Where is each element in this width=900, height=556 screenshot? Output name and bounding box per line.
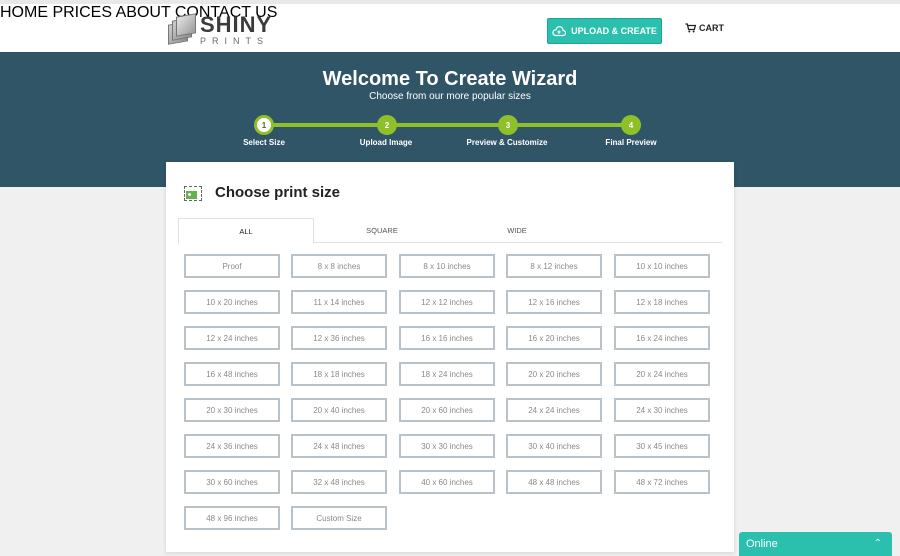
tab-all[interactable]: ALL [178,218,314,244]
logo-text-line1: SHINY [200,12,273,37]
size-option-button[interactable]: 10 x 20 inches [184,290,280,314]
size-option-button[interactable]: 30 x 30 inches [399,434,495,458]
size-option-button[interactable]: 20 x 24 inches [614,362,710,386]
step-4-label: Final Preview [605,138,657,147]
size-option-button[interactable]: 30 x 60 inches [184,470,280,494]
step-1-indicator[interactable]: 1 [254,115,274,135]
upload-create-button[interactable]: UPLOAD & CREATE [547,18,662,44]
size-option-button[interactable]: 30 x 40 inches [506,434,602,458]
size-option-button[interactable]: 48 x 48 inches [506,470,602,494]
size-option-button[interactable]: 48 x 96 inches [184,506,280,530]
size-option-button[interactable]: 30 x 45 inches [614,434,710,458]
chevron-up-icon[interactable]: ⌃ [874,538,882,549]
size-option-button[interactable]: 18 x 18 inches [291,362,387,386]
size-option-button[interactable]: 16 x 24 inches [614,326,710,350]
size-option-button[interactable]: 12 x 16 inches [506,290,602,314]
size-option-button[interactable]: 20 x 30 inches [184,398,280,422]
cloud-upload-icon [552,25,567,36]
wizard-progress-line [264,123,631,127]
size-option-button[interactable]: 18 x 24 inches [399,362,495,386]
size-option-button[interactable]: 8 x 10 inches [399,254,495,278]
size-option-button[interactable]: 11 x 14 inches [291,290,387,314]
size-filter-tabs: ALL SQUARE WIDE [178,218,722,244]
upload-create-label: UPLOAD & CREATE [571,26,657,36]
step-4-indicator[interactable]: 4 [621,115,641,135]
step-1-label: Select Size [243,138,285,147]
size-option-button[interactable]: 8 x 8 inches [291,254,387,278]
size-option-button[interactable]: 40 x 60 inches [399,470,495,494]
size-option-button[interactable]: 20 x 60 inches [399,398,495,422]
size-option-button[interactable]: 8 x 12 inches [506,254,602,278]
step-3-label: Preview & Customize [466,138,548,147]
size-option-button[interactable]: 16 x 16 inches [399,326,495,350]
size-option-button[interactable]: 24 x 30 inches [614,398,710,422]
site-header: SHINY PRINTS HOME PRICES ABOUT CONTACT U… [0,0,900,52]
page-title: Welcome To Create Wizard [322,68,578,90]
size-option-button[interactable]: 12 x 24 inches [184,326,280,350]
size-option-button[interactable]: 24 x 48 inches [291,434,387,458]
tab-wide[interactable]: WIDE [449,218,585,243]
size-option-button[interactable]: Custom Size [291,506,387,530]
size-option-button[interactable]: 24 x 36 inches [184,434,280,458]
logo-text-line2: PRINTS [200,36,270,46]
cart-icon [685,23,696,33]
step-3-indicator[interactable]: 3 [498,115,518,135]
nav-home[interactable]: HOME [0,4,48,21]
card-title: Choose print size [215,184,341,201]
logo[interactable]: SHINY PRINTS [168,12,278,48]
cart-link[interactable]: CART [685,23,724,33]
size-option-button[interactable]: Proof [184,254,280,278]
choose-size-card: Choose print size ALL SQUARE WIDE Proof 8… [166,162,734,552]
nav-about[interactable]: ABOUT [116,4,171,21]
size-option-button[interactable]: 12 x 12 inches [399,290,495,314]
size-option-button[interactable]: 10 x 10 inches [614,254,710,278]
logo-icon [168,13,196,45]
size-option-button[interactable]: 24 x 24 inches [506,398,602,422]
size-option-button[interactable]: 16 x 48 inches [184,362,280,386]
online-chat-widget[interactable]: Online ⌃ [739,532,892,556]
chat-status-label: Online [746,538,778,550]
step-2-label: Upload Image [359,138,413,147]
page-subtitle: Choose from our more popular sizes [369,91,531,102]
size-option-button[interactable]: 32 x 48 inches [291,470,387,494]
size-option-button[interactable]: 12 x 36 inches [291,326,387,350]
size-option-button[interactable]: 20 x 40 inches [291,398,387,422]
step-2-indicator[interactable]: 2 [377,115,397,135]
nav-prices[interactable]: PRICES [52,4,112,21]
cart-label: CART [699,23,724,33]
size-option-button[interactable]: 12 x 18 inches [614,290,710,314]
size-option-button[interactable]: 20 x 20 inches [506,362,602,386]
size-option-button[interactable]: 16 x 20 inches [506,326,602,350]
image-icon [184,186,202,201]
size-option-button[interactable]: 48 x 72 inches [614,470,710,494]
tab-square[interactable]: SQUARE [314,218,450,243]
